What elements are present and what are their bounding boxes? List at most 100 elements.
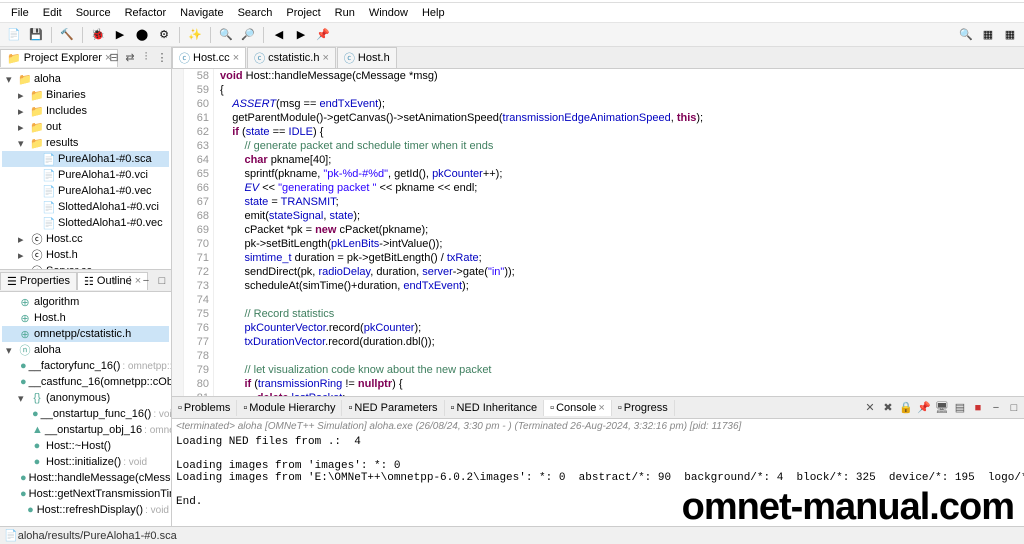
menu-navigate[interactable]: Navigate [173, 5, 230, 21]
open-type-button[interactable]: 🔍 [216, 25, 236, 45]
outline-item[interactable]: ▾{}(anonymous) [2, 390, 169, 406]
quick-access-icon[interactable]: 🔍 [956, 25, 976, 45]
collapse-all-icon[interactable]: ⊟ [107, 51, 121, 65]
nav-fwd-button[interactable]: ▶ [291, 25, 311, 45]
tree-item[interactable]: ▸📁Binaries [2, 87, 169, 103]
perspective-debug-icon[interactable]: ▦ [1000, 25, 1020, 45]
save-button[interactable]: 💾 [26, 25, 46, 45]
debug-button[interactable]: 🐞 [88, 25, 108, 45]
maximize-icon[interactable]: □ [155, 274, 169, 288]
outline-item[interactable]: ⊕algorithm [2, 294, 169, 310]
console-output[interactable]: Loading NED files from .: 4 Loading imag… [172, 434, 1024, 526]
new-button[interactable]: 📄 [4, 25, 24, 45]
outline-item[interactable]: ●__castfunc_16(omnetpp::cObject*) : void… [2, 374, 169, 390]
close-icon[interactable]: × [322, 52, 328, 64]
outline-item[interactable]: ●__onstartup_func_16() : void [2, 406, 169, 422]
menu-search[interactable]: Search [231, 5, 280, 21]
tree-item[interactable]: 📄SlottedAloha1-#0.vci [2, 199, 169, 215]
tree-item[interactable]: 📄SlottedAloha1-#0.vec [2, 215, 169, 231]
perspective-sim-icon[interactable]: ▦ [978, 25, 998, 45]
twist-icon[interactable]: ▾ [6, 73, 16, 86]
tab-project-explorer[interactable]: 📁 Project Explorer × [0, 49, 118, 67]
outline-item[interactable]: ●Host::handleMessage(cMessage*) : void [2, 470, 169, 486]
twist-icon[interactable]: ▾ [18, 392, 28, 405]
tree-item[interactable]: ▸ⓒHost.h [2, 247, 169, 263]
pin-icon[interactable]: 📌 [313, 25, 333, 45]
tree-item[interactable]: ▾📁results [2, 135, 169, 151]
outline-item[interactable]: ●__factoryfunc_16() : omnetpp::cObject* [2, 358, 169, 374]
outline-item[interactable]: ●Host::~Host() [2, 438, 169, 454]
close-icon[interactable]: × [598, 402, 604, 414]
tree-item[interactable]: 📄PureAloha1-#0.vec [2, 183, 169, 199]
run-button[interactable]: ▶ [110, 25, 130, 45]
minimize-icon[interactable]: − [988, 400, 1004, 416]
code-content[interactable]: void Host::handleMessage(cMessage *msg) … [214, 69, 1024, 396]
view-menu-icon[interactable]: ⋮ [123, 274, 137, 288]
project-explorer-tree[interactable]: ▾📁aloha▸📁Binaries▸📁Includes▸📁out▾📁result… [0, 69, 171, 269]
extern-button[interactable]: ⚙ [154, 25, 174, 45]
twist-icon[interactable]: ▾ [18, 137, 28, 150]
tree-item[interactable]: 📄PureAloha1-#0.vci [2, 167, 169, 183]
outline-item[interactable]: ●Host::refreshDisplay() : void [2, 502, 169, 518]
outline-item[interactable]: ⊕Host.h [2, 310, 169, 326]
editor-tab[interactable]: ⓒHost.h [337, 47, 397, 68]
tree-label: Includes [46, 105, 87, 117]
outline-item[interactable]: ▾ⓝaloha [2, 342, 169, 358]
link-editor-icon[interactable]: ⇄ [123, 51, 137, 65]
twist-icon[interactable]: ▸ [18, 233, 28, 246]
close-icon[interactable]: × [233, 52, 239, 64]
twist-icon[interactable]: ▸ [18, 121, 28, 134]
tree-item[interactable]: ▸ⓒHost.cc [2, 231, 169, 247]
outline-item[interactable]: ⊕omnetpp/cstatistic.h [2, 326, 169, 342]
tree-item[interactable]: ▾📁aloha [2, 71, 169, 87]
view-menu-icon[interactable]: ⋮ [155, 51, 169, 65]
display-icon[interactable]: 🖥 [934, 400, 950, 416]
clear-console-icon[interactable]: ✕ [862, 400, 878, 416]
twist-icon[interactable]: ▾ [6, 344, 16, 357]
menu-window[interactable]: Window [362, 5, 415, 21]
tab-console[interactable]: ▫Console × [544, 400, 612, 416]
editor-tab[interactable]: ⓒHost.cc× [172, 47, 246, 68]
tab-icon: ▫ [243, 402, 247, 414]
menu-project[interactable]: Project [279, 5, 327, 21]
pin-console-icon[interactable]: 📌 [916, 400, 932, 416]
menu-run[interactable]: Run [328, 5, 362, 21]
menu-source[interactable]: Source [69, 5, 118, 21]
tab-problems[interactable]: ▫Problems [172, 400, 237, 416]
nav-back-button[interactable]: ◀ [269, 25, 289, 45]
remove-all-icon[interactable]: ✖ [880, 400, 896, 416]
tab-module-hierarchy[interactable]: ▫Module Hierarchy [237, 400, 342, 416]
hammer-icon[interactable]: 🔨 [57, 25, 77, 45]
outline-item[interactable]: ●Host::initialize() : void [2, 454, 169, 470]
lock-scroll-icon[interactable]: 🔒 [898, 400, 914, 416]
terminate-icon[interactable]: ■ [970, 400, 986, 416]
filter-icon[interactable]: ⫶ [139, 51, 153, 65]
editor-tab[interactable]: ⓒcstatistic.h× [247, 47, 336, 68]
outline-tree[interactable]: ⊕algorithm⊕Host.h⊕omnetpp/cstatistic.h▾ⓝ… [0, 292, 171, 526]
tab-properties[interactable]: ☰ Properties [0, 272, 77, 290]
outline-item[interactable]: ▲__onstartup_obj_16 : omnetpp::CodeFrag [2, 422, 169, 438]
tab-progress[interactable]: ▫Progress [612, 400, 675, 416]
wizard-icon[interactable]: ✨ [185, 25, 205, 45]
menu-edit[interactable]: Edit [36, 5, 69, 21]
anon-icon: {} [30, 391, 44, 405]
maximize-icon[interactable]: □ [1006, 400, 1022, 416]
tree-item[interactable]: ▸📁out [2, 119, 169, 135]
tab-ned-parameters[interactable]: ▫NED Parameters [342, 400, 444, 416]
sort-icon[interactable]: ↕ [107, 274, 121, 288]
menu-file[interactable]: File [4, 5, 36, 21]
tab-ned-inheritance[interactable]: ▫NED Inheritance [445, 400, 545, 416]
open-console-icon[interactable]: ▤ [952, 400, 968, 416]
twist-icon[interactable]: ▸ [18, 249, 28, 262]
tree-item[interactable]: 📄PureAloha1-#0.sca [2, 151, 169, 167]
profile-button[interactable]: ⬤ [132, 25, 152, 45]
tree-item[interactable]: ▸📁Includes [2, 103, 169, 119]
minimize-icon[interactable]: − [139, 274, 153, 288]
menu-help[interactable]: Help [415, 5, 452, 21]
twist-icon[interactable]: ▸ [18, 105, 28, 118]
menu-refactor[interactable]: Refactor [118, 5, 174, 21]
editor-area[interactable]: 58 59 60 61 62 63 64 65 66 67 68 69 70 7… [172, 69, 1024, 396]
outline-item[interactable]: ●Host::getNextTransmissionTime() : simti… [2, 486, 169, 502]
search-button[interactable]: 🔎 [238, 25, 258, 45]
twist-icon[interactable]: ▸ [18, 89, 28, 102]
